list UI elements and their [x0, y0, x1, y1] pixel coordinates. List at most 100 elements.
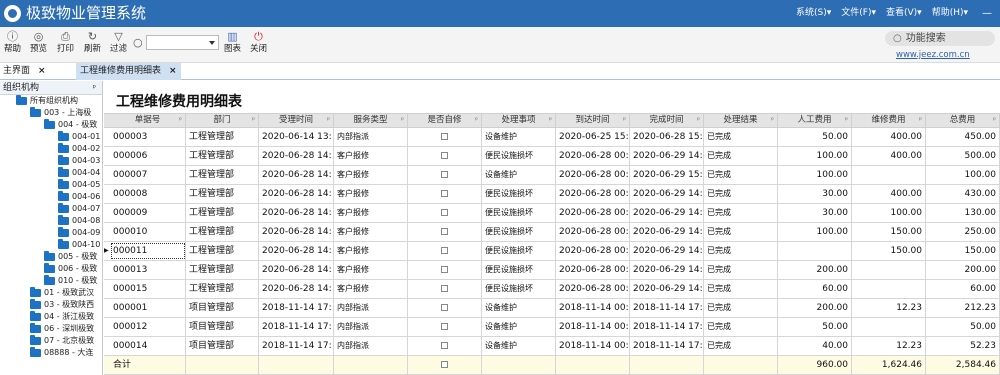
tree-item[interactable]: 所有组织机构: [0, 95, 102, 107]
table-row[interactable]: 000014 项目管理部 2018-11-14 17: 内部指派 设备维护 2018-11…: [104, 337, 1000, 356]
self-repair-checkbox[interactable]: [441, 285, 448, 292]
table-row[interactable]: 000008 工程管理部 2020-06-28 14: 客户报修 便民设施损坏 2020-…: [104, 185, 1000, 204]
column-header[interactable]: 单据号 ᵖ: [110, 114, 186, 127]
pin-icon[interactable]: ᵖ: [771, 114, 774, 127]
tree-item[interactable]: 004-03: [0, 155, 102, 167]
tree-item[interactable]: 004-05: [0, 179, 102, 191]
column-header[interactable]: 处理事项 ᵖ: [482, 114, 556, 127]
chart-button[interactable]: ▥ 图表: [224, 29, 241, 55]
self-repair-checkbox[interactable]: [441, 190, 448, 197]
self-repair-checkbox[interactable]: [441, 266, 448, 273]
self-repair-checkbox[interactable]: [441, 228, 448, 235]
table-cell: 52.23: [926, 337, 1000, 355]
tree-item[interactable]: 004-06: [0, 191, 102, 203]
help-button[interactable]: ⓘ 帮助: [4, 29, 21, 55]
folder-icon: [30, 299, 41, 309]
tree-item-label: 004-09: [72, 228, 101, 237]
table-row[interactable]: 000001 项目管理部 2018-11-14 17: 内部指派 设备维护 2018-11…: [104, 299, 1000, 318]
table-row[interactable]: 000003 工程管理部 2020-06-14 13: 内部指派 设备维护 2020-06…: [104, 128, 1000, 147]
table-cell: 50.00: [926, 318, 1000, 336]
pin-icon[interactable]: ᵖ: [252, 114, 255, 127]
table-row[interactable]: 000007 工程管理部 2020-06-28 14: 客户报修 设备维护 2020-06…: [104, 166, 1000, 185]
column-header[interactable]: 受理时间 ᵖ: [259, 114, 334, 127]
tab-report[interactable]: 工程维修费用明细表 ×: [76, 63, 181, 80]
tree-item[interactable]: 004-08: [0, 215, 102, 227]
pin-icon[interactable]: ᵖ: [845, 114, 848, 127]
tree-item[interactable]: 01 - 极致武汉: [0, 287, 102, 299]
self-repair-checkbox[interactable]: [441, 323, 448, 330]
pin-icon[interactable]: ᵖ: [697, 114, 700, 127]
refresh-button[interactable]: ↻ 刷新: [84, 29, 101, 55]
menu-help[interactable]: 帮助(H)▾: [932, 7, 968, 20]
print-button[interactable]: ⎙ 打印: [57, 29, 74, 55]
total-cell: [186, 356, 259, 374]
tree-item[interactable]: 03 - 极致陕西: [0, 299, 102, 311]
tree-item[interactable]: 004-07: [0, 203, 102, 215]
tab-home[interactable]: 主界面 ×: [3, 63, 46, 80]
title-bar: 极致物业管理系统 系统(S)▾ 文件(F)▾ 查看(V)▾ 帮助(H)▾ —: [0, 0, 1000, 27]
pin-icon[interactable]: ᵖ: [993, 114, 996, 127]
close-icon[interactable]: ×: [169, 66, 177, 76]
tree-item[interactable]: 004-04: [0, 167, 102, 179]
table-row[interactable]: 000013 工程管理部 2020-06-28 14: 客户报修 便民设施损坏 2020-…: [104, 261, 1000, 280]
column-header[interactable]: 服务类型 ᵖ: [334, 114, 408, 127]
self-repair-checkbox[interactable]: [441, 247, 448, 254]
pin-icon[interactable]: ᵖ: [475, 114, 478, 127]
column-header[interactable]: 部门 ᵖ: [186, 114, 259, 127]
table-row[interactable]: ▶ 000011 工程管理部 2020-06-28 14: 客户报修 便民设施损坏 2020…: [104, 242, 1000, 261]
tree-item-label: 004-02: [72, 144, 101, 153]
tree-item[interactable]: 07 - 北京极致: [0, 335, 102, 347]
self-repair-checkbox[interactable]: [441, 133, 448, 140]
tree-item[interactable]: 004-02: [0, 143, 102, 155]
column-header[interactable]: 完成时间 ᵖ: [630, 114, 704, 127]
menu-system[interactable]: 系统(S)▾: [796, 7, 831, 20]
filter-button[interactable]: ▽ 过滤: [110, 29, 127, 55]
tree-item[interactable]: 004-01: [0, 131, 102, 143]
tree-item[interactable]: 04 - 浙江极致: [0, 311, 102, 323]
folder-icon: [58, 239, 69, 249]
table-row[interactable]: 000012 项目管理部 2018-11-14 17: 内部指派 设备维护 2018-11…: [104, 318, 1000, 337]
close-icon[interactable]: ×: [38, 66, 46, 76]
self-repair-checkbox[interactable]: [441, 171, 448, 178]
table-cell: 项目管理部: [186, 318, 259, 336]
table-cell: 已完成: [704, 147, 778, 165]
search-combobox[interactable]: [146, 35, 219, 50]
self-repair-checkbox[interactable]: [441, 342, 448, 349]
column-header[interactable]: 维修费用 ᵖ: [852, 114, 926, 127]
menu-view[interactable]: 查看(V)▾: [886, 7, 922, 20]
table-row[interactable]: 000015 工程管理部 2020-06-28 14: 客户报修 便民设施损坏 2020-…: [104, 280, 1000, 299]
pin-icon[interactable]: ᵖ: [623, 114, 626, 127]
close-button[interactable]: ⏻ 关闭: [250, 29, 267, 55]
self-repair-checkbox[interactable]: [441, 152, 448, 159]
pin-icon[interactable]: ᵖ: [179, 114, 182, 127]
tree-item[interactable]: 004-09: [0, 227, 102, 239]
tree-item[interactable]: 08888 - 大连: [0, 347, 102, 359]
function-search-input[interactable]: ○ 功能搜索: [885, 31, 995, 46]
self-repair-checkbox[interactable]: [441, 209, 448, 216]
pin-icon[interactable]: ᵖ: [327, 114, 330, 127]
tree-item[interactable]: 006 - 极致: [0, 263, 102, 275]
pin-icon[interactable]: ᵖ: [919, 114, 922, 127]
pin-icon[interactable]: ᵖ: [93, 81, 96, 95]
tree-item[interactable]: 003 - 上海极: [0, 107, 102, 119]
menu-file[interactable]: 文件(F)▾: [841, 7, 876, 20]
preview-button[interactable]: ◎ 预览: [30, 29, 47, 55]
table-row[interactable]: 000010 工程管理部 2020-06-28 14: 客户报修 便民设施损坏 2020-…: [104, 223, 1000, 242]
self-repair-checkbox[interactable]: [441, 304, 448, 311]
minimize-button[interactable]: —: [982, 7, 992, 20]
tree-item[interactable]: 010 - 极致: [0, 275, 102, 287]
pin-icon[interactable]: ᵖ: [549, 114, 552, 127]
column-header[interactable]: 处理结果 ᵖ: [704, 114, 778, 127]
column-header[interactable]: 总费用 ᵖ: [926, 114, 1000, 127]
pin-icon[interactable]: ᵖ: [401, 114, 404, 127]
tree-item[interactable]: 06 - 深圳极致: [0, 323, 102, 335]
website-link[interactable]: www.jeez.com.cn: [896, 50, 970, 60]
table-row[interactable]: 000006 工程管理部 2020-06-28 14: 客户报修 便民设施损坏 2020-…: [104, 147, 1000, 166]
tree-item[interactable]: 004-10: [0, 239, 102, 251]
table-row[interactable]: 000009 工程管理部 2020-06-28 14: 客户报修 便民设施损坏 2020-…: [104, 204, 1000, 223]
column-header[interactable]: 到达时间 ᵖ: [556, 114, 630, 127]
column-header[interactable]: 是否自修 ᵖ: [408, 114, 482, 127]
column-header[interactable]: 人工费用 ᵖ: [778, 114, 852, 127]
tree-item[interactable]: 004 - 极致: [0, 119, 102, 131]
tree-item[interactable]: 005 - 极致: [0, 251, 102, 263]
